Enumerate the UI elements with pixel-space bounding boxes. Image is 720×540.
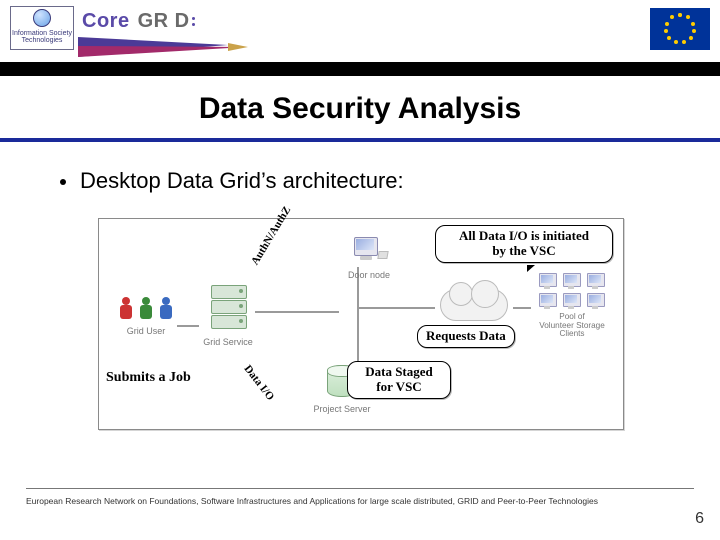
- edge-label-auth: AuthN/AuthZ: [249, 204, 293, 267]
- footer-divider: [26, 488, 694, 489]
- cloud-icon: [440, 289, 508, 321]
- page-number: 6: [695, 510, 704, 528]
- door-node: Door node: [339, 237, 399, 280]
- footer-text: European Research Network on Foundations…: [26, 496, 666, 506]
- person-icon: [159, 297, 173, 319]
- brand-core: Core: [82, 10, 130, 32]
- callout-text: Requests Data: [426, 328, 506, 343]
- callout-data-staged: Data Staged for VSC: [347, 361, 451, 399]
- desktop-icon: [354, 237, 384, 263]
- slide-title: Data Security Analysis: [0, 92, 720, 126]
- brand-wedge-icon: [78, 34, 248, 60]
- grid-service-node: Grid Service: [195, 285, 261, 347]
- isoc-line2: Technologies: [22, 37, 63, 44]
- bullet-text: Desktop Data Grid’s architecture:: [80, 168, 404, 193]
- grid-user-label: Grid User: [109, 326, 183, 336]
- grid-user-node: Grid User: [109, 297, 183, 336]
- door-node-label: Door node: [339, 270, 399, 280]
- globe-icon: [33, 9, 51, 27]
- header-black-bar: [0, 62, 720, 76]
- server-stack-icon: [211, 285, 245, 330]
- slide-root: Information Society Technologies Core GR …: [0, 0, 720, 540]
- project-server-label: Project Server: [297, 404, 387, 414]
- bullet-architecture: Desktop Data Grid’s architecture:: [60, 168, 404, 194]
- label-submits-job: Submits a Job: [106, 370, 191, 386]
- pool-vsc-node: Pool of Volunteer Storage Clients: [527, 273, 617, 339]
- callout-requests-data: Requests Data: [417, 325, 515, 348]
- pc-pool-icon: [533, 273, 611, 311]
- grid-service-label: Grid Service: [195, 337, 261, 347]
- eu-flag-icon: [650, 8, 710, 50]
- connector: [357, 307, 435, 309]
- architecture-diagram: Grid User Grid Service Door node Project…: [98, 218, 624, 430]
- connector: [357, 267, 359, 367]
- brand-grid: GR D: [138, 10, 190, 32]
- callout-text: Data Staged for VSC: [365, 364, 433, 394]
- isoc-line1: Information Society: [12, 30, 72, 37]
- header-bar: Information Society Technologies Core GR …: [0, 0, 720, 70]
- person-icon: [119, 297, 133, 319]
- callout-all-data-io: All Data I/O is initiated by the VSC: [435, 225, 613, 263]
- information-society-logo: Information Society Technologies: [10, 6, 74, 50]
- pool-vsc-label: Pool of Volunteer Storage Clients: [527, 313, 617, 339]
- callout-text: All Data I/O is initiated by the VSC: [459, 228, 589, 258]
- connector: [255, 311, 339, 313]
- coregrid-logo: Core GR D: [82, 10, 198, 33]
- callout-pointer-icon: [527, 265, 535, 272]
- bullet-dot-icon: [60, 179, 66, 185]
- title-underline: [0, 138, 720, 142]
- person-icon: [139, 297, 153, 319]
- edge-label-dataio: Data I/O: [242, 363, 277, 403]
